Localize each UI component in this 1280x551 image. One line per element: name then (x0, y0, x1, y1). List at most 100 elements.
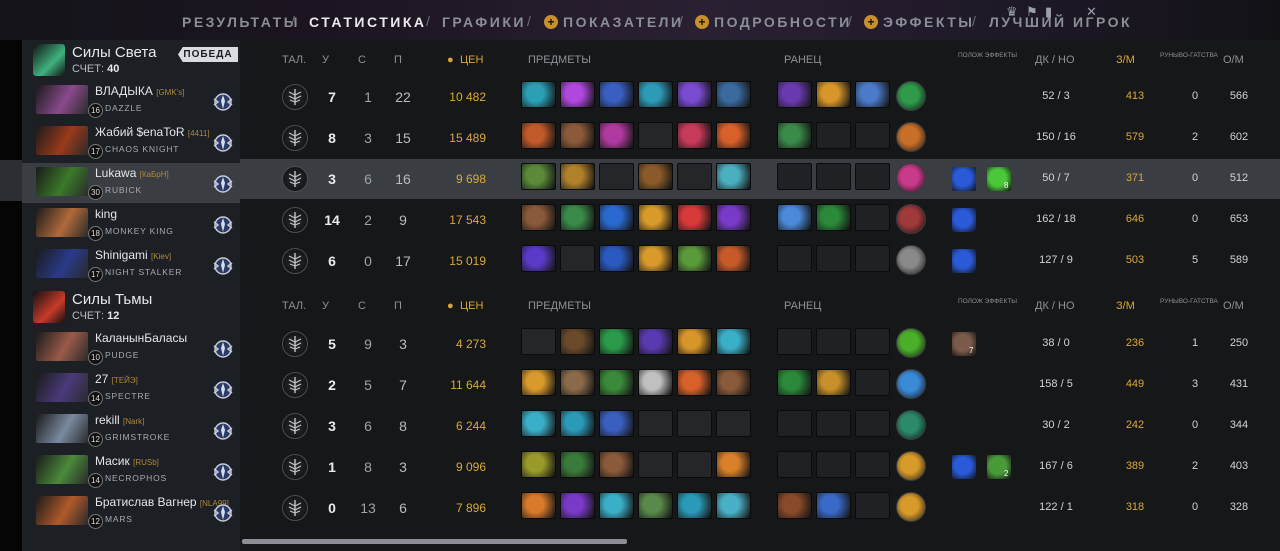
column-header-buffs[interactable]: ПОЛОЖ ЭФФЕКТЫ (958, 298, 1017, 306)
empty-backpack-slot[interactable] (777, 245, 812, 272)
neutral-item-icon[interactable] (896, 163, 926, 193)
item-slot-icon[interactable] (521, 204, 556, 231)
backpack-item-icon[interactable] (816, 204, 851, 231)
empty-item-slot[interactable] (560, 245, 595, 272)
column-header-assists[interactable]: П (394, 54, 402, 66)
close-icon[interactable]: ✕ (1086, 4, 1097, 20)
item-slot-icon[interactable] (677, 328, 712, 355)
backpack-item-icon[interactable] (777, 204, 812, 231)
item-slot-icon[interactable] (599, 122, 634, 149)
item-slot-icon[interactable] (599, 204, 634, 231)
backpack-item-icon[interactable] (777, 369, 812, 396)
item-slot-icon[interactable] (716, 245, 751, 272)
column-header-networth[interactable]: ЦЕН (460, 54, 483, 66)
item-slot-icon[interactable] (560, 163, 595, 190)
column-header-deaths[interactable]: С (358, 54, 366, 66)
neutral-item-icon[interactable] (896, 245, 926, 275)
player-card[interactable]: 17 Жабий $enaToR [4411] CHAOS KNIGHT (22, 122, 240, 162)
item-slot-icon[interactable] (560, 369, 595, 396)
buff-effect-icon[interactable] (952, 208, 976, 232)
item-slot-icon[interactable] (560, 328, 595, 355)
table-row[interactable]: 5 9 3 4 273 7 38 / 0 236 1 250 (240, 324, 1280, 364)
item-slot-icon[interactable] (638, 369, 673, 396)
item-slot-icon[interactable] (521, 369, 556, 396)
item-slot-icon[interactable] (716, 122, 751, 149)
tab-2[interactable]: СТАТИСТИКА (309, 14, 427, 30)
neutral-item-icon[interactable] (896, 122, 926, 152)
item-slot-icon[interactable] (677, 204, 712, 231)
backpack-item-icon[interactable] (816, 81, 851, 108)
neutral-item-icon[interactable] (896, 81, 926, 111)
column-header-buffs[interactable]: ПОЛОЖ ЭФФЕКТЫ (958, 52, 1017, 60)
table-row[interactable]: 1 8 3 9 096 2 167 / 6 389 2 403 (240, 447, 1280, 487)
neutral-item-icon[interactable] (896, 451, 926, 481)
empty-item-slot[interactable] (716, 410, 751, 437)
buff-effect-icon[interactable] (952, 167, 976, 191)
table-row[interactable]: 14 2 9 17 543 162 / 18 646 0 653 (240, 200, 1280, 240)
empty-backpack-slot[interactable] (855, 369, 890, 396)
column-header-backpack[interactable]: РАНЕЦ (784, 300, 821, 312)
column-header-items[interactable]: ПРЕДМЕТЫ (528, 300, 591, 312)
column-header-runes[interactable]: РУНЫВО-ГАТСТВА (1160, 298, 1218, 306)
item-slot-icon[interactable] (521, 122, 556, 149)
empty-backpack-slot[interactable] (855, 492, 890, 519)
empty-backpack-slot[interactable] (855, 451, 890, 478)
player-card[interactable]: 12 Братислав Вагнер [NLA99] MARS (22, 492, 240, 532)
neutral-item-icon[interactable] (896, 369, 926, 399)
empty-backpack-slot[interactable] (855, 410, 890, 437)
table-row[interactable]: 0 13 6 7 896 122 / 1 318 0 328 (240, 488, 1280, 528)
item-slot-icon[interactable] (716, 369, 751, 396)
table-row[interactable]: 3 6 16 9 698 8 50 / 7 371 0 512 (240, 159, 1280, 199)
empty-backpack-slot[interactable] (777, 451, 812, 478)
item-slot-icon[interactable] (599, 410, 634, 437)
backpack-item-icon[interactable] (777, 81, 812, 108)
empty-backpack-slot[interactable] (855, 245, 890, 272)
backpack-item-icon[interactable] (816, 369, 851, 396)
item-slot-icon[interactable] (599, 328, 634, 355)
tab-4[interactable]: ПОКАЗАТЕЛИ (563, 14, 684, 30)
item-slot-icon[interactable] (677, 369, 712, 396)
table-row[interactable]: 8 3 15 15 489 150 / 16 579 2 602 (240, 118, 1280, 158)
column-header-gpm[interactable]: З/М (1116, 300, 1135, 312)
column-header-talents[interactable]: ТАЛ. (282, 54, 306, 66)
tab-5[interactable]: ПОДРОБНОСТИ (714, 14, 852, 30)
item-slot-icon[interactable] (560, 410, 595, 437)
item-slot-icon[interactable] (521, 451, 556, 478)
item-slot-icon[interactable] (560, 492, 595, 519)
item-slot-icon[interactable] (599, 451, 634, 478)
item-slot-icon[interactable] (521, 81, 556, 108)
neutral-item-icon[interactable] (896, 410, 926, 440)
empty-backpack-slot[interactable] (855, 163, 890, 190)
item-slot-icon[interactable] (521, 492, 556, 519)
column-header-talents[interactable]: ТАЛ. (282, 300, 306, 312)
player-card[interactable]: 14 27 [ТЕЙЭ] SPECTRE (22, 369, 240, 409)
item-slot-icon[interactable] (716, 163, 751, 190)
empty-item-slot[interactable] (638, 451, 673, 478)
empty-backpack-slot[interactable] (816, 328, 851, 355)
empty-item-slot[interactable] (677, 451, 712, 478)
column-header-backpack[interactable]: РАНЕЦ (784, 54, 821, 66)
player-card[interactable]: 12 rekill [Nark] GRIMSTROKE (22, 410, 240, 450)
column-header-runes[interactable]: РУНЫВО-ГАТСТВА (1160, 52, 1218, 60)
item-slot-icon[interactable] (638, 328, 673, 355)
talent-tree-icon[interactable] (282, 331, 308, 357)
empty-item-slot[interactable] (599, 163, 634, 190)
buff-effect-icon[interactable] (952, 249, 976, 273)
item-slot-icon[interactable] (677, 122, 712, 149)
empty-backpack-slot[interactable] (777, 328, 812, 355)
player-card[interactable]: 17 Shinigami [Kiev] NIGHT STALKER (22, 245, 240, 285)
item-slot-icon[interactable] (560, 81, 595, 108)
item-slot-icon[interactable] (560, 451, 595, 478)
empty-backpack-slot[interactable] (855, 328, 890, 355)
item-slot-icon[interactable] (677, 245, 712, 272)
column-header-gpm[interactable]: З/М (1116, 54, 1135, 66)
item-slot-icon[interactable] (677, 81, 712, 108)
column-header-networth[interactable]: ЦЕН (460, 300, 483, 312)
neutral-item-icon[interactable] (896, 204, 926, 234)
buff-effect-icon[interactable]: 2 (987, 455, 1011, 479)
item-slot-icon[interactable] (638, 81, 673, 108)
item-slot-icon[interactable] (599, 492, 634, 519)
backpack-item-icon[interactable] (816, 492, 851, 519)
buff-effect-icon[interactable]: 7 (952, 332, 976, 356)
backpack-item-icon[interactable] (855, 81, 890, 108)
